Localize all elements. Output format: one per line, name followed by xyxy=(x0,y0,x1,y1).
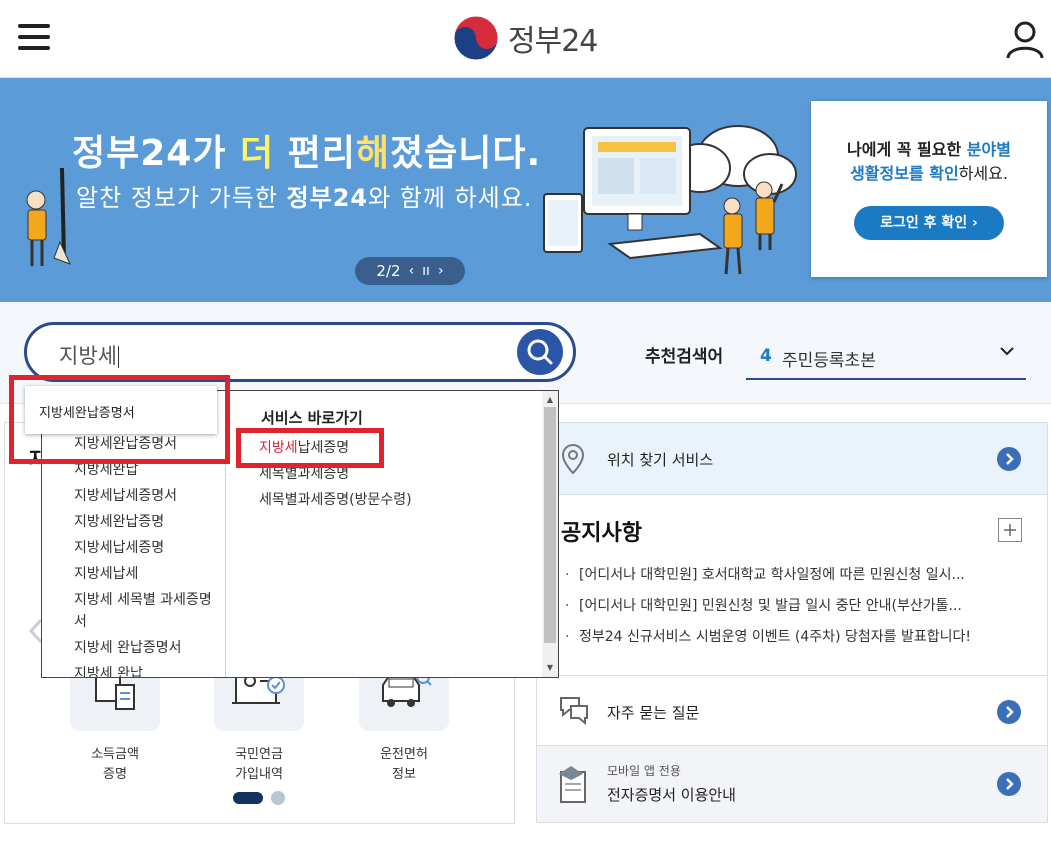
banner-pager: 2/2 ‹ ıı › xyxy=(355,257,465,285)
menu-icon[interactable] xyxy=(18,24,50,52)
highlight-box-service xyxy=(236,428,384,468)
faq-row[interactable]: 자주 묻는 질문 xyxy=(537,675,1047,745)
logo-text: 정부24 xyxy=(508,24,598,59)
text-caret xyxy=(117,346,119,368)
pager-prev-icon[interactable]: ‹ xyxy=(409,263,415,279)
login-promo-message: 나에게 꼭 필요한 분야별 생활정보를 확인하세요. xyxy=(847,140,1011,183)
hero-banner: 정부24가 더 편리해졌습니다. 알찬 정보가 가득한 정부24와 함께 하세요… xyxy=(0,78,1051,302)
certificate-document-icon xyxy=(559,766,586,803)
scroll-up-icon[interactable]: ▲ xyxy=(542,393,558,407)
banner-subtitle: 알찬 정보가 가득한 정부24와 함께 하세요. xyxy=(76,184,533,212)
chat-bubbles-icon xyxy=(560,697,588,726)
recommended-keywords-label: 추천검색어 xyxy=(645,347,724,367)
location-service-label: 위치 찾기 서비스 xyxy=(607,451,714,469)
e-certificate-row[interactable]: 모바일 앱 전용 전자증명서 이용안내 xyxy=(537,745,1047,822)
recommended-keyword-select[interactable]: 4 주민등록초본 xyxy=(746,338,1026,380)
location-pin-icon xyxy=(561,443,585,475)
suggestion-item[interactable]: 지방세 완납증명서 xyxy=(74,635,222,661)
e-certificate-label: 전자증명서 이용안내 xyxy=(607,786,736,804)
suggestion-item[interactable]: 지방세 완납 xyxy=(74,661,222,677)
suggestion-item[interactable]: 지방세납세증명 xyxy=(74,535,222,561)
search-icon xyxy=(527,339,553,365)
service-label: 국민연금 가입내역 xyxy=(235,747,283,782)
notice-item[interactable]: [어디서나 대학민원] 호서대학교 학사일정에 따른 민원신청 일시... xyxy=(563,563,1033,594)
taegeuk-logo-icon xyxy=(453,15,499,61)
search-input[interactable]: 지방세 xyxy=(24,322,576,382)
notice-item[interactable]: [어디서나 대학민원] 민원신청 및 발급 일시 중단 안내(부산가톨... xyxy=(563,594,1033,625)
search-input-value[interactable]: 지방세 xyxy=(59,340,119,370)
suggestion-item[interactable]: 지방세납세 xyxy=(74,561,222,587)
right-info-panel: 위치 찾기 서비스 공지사항 [어디서나 대학민원] 호서대학교 학사일정에 따… xyxy=(536,422,1048,823)
location-service-row[interactable]: 위치 찾기 서비스 xyxy=(537,423,1047,495)
service-shortcut-item[interactable]: 세목별과세증명(방문수령) xyxy=(259,487,412,513)
notice-title: 공지사항 xyxy=(561,521,642,546)
user-icon[interactable] xyxy=(1004,18,1046,60)
chevron-down-icon xyxy=(1000,347,1014,356)
site-header: 정부24 xyxy=(0,0,1051,78)
banner-title: 정부24가 더 편리해졌습니다. xyxy=(72,133,542,174)
recommended-term: 주민등록초본 xyxy=(782,351,876,371)
chevron-right-icon[interactable] xyxy=(997,700,1021,724)
service-shortcut-header: 서비스 바로가기 xyxy=(261,409,363,427)
pager-next-icon[interactable]: › xyxy=(438,263,444,279)
login-promo-card: 나에게 꼭 필요한 분야별 생활정보를 확인하세요. 로그인 후 확인 › xyxy=(811,101,1047,277)
highlight-box-suggestion xyxy=(9,375,230,464)
chevron-right-icon[interactable] xyxy=(997,447,1021,471)
suggestion-item[interactable]: 지방세 세목별 과세증명서 xyxy=(74,587,222,635)
e-certificate-note: 모바일 앱 전용 xyxy=(607,764,681,778)
carousel-dots xyxy=(233,791,285,805)
notice-item[interactable]: 정부24 신규서비스 시범운영 이벤트 (4주차) 당첨자를 발표합니다! xyxy=(563,625,1033,656)
carousel-dot-1[interactable] xyxy=(233,792,263,804)
pager-count: 2/2 xyxy=(376,262,401,280)
scroll-down-icon[interactable]: ▼ xyxy=(542,661,558,675)
pager-pause-icon[interactable]: ıı xyxy=(422,263,430,279)
site-logo[interactable]: 정부24 xyxy=(452,12,598,64)
chevron-right-icon[interactable] xyxy=(997,772,1021,796)
service-label: 운전면허 정보 xyxy=(380,747,428,782)
tablet-illustration xyxy=(543,193,583,253)
people-illustration-right xyxy=(723,181,784,275)
notice-list: [어디서나 대학민원] 호서대학교 학사일정에 따른 민원신청 일시... [어… xyxy=(563,563,1033,656)
recommended-rank: 4 xyxy=(760,346,772,366)
service-label: 소득금액 증명 xyxy=(91,747,139,782)
login-check-button[interactable]: 로그인 후 확인 › xyxy=(854,206,1004,240)
carousel-dot-2[interactable] xyxy=(271,791,285,805)
plus-icon[interactable] xyxy=(998,518,1022,542)
suggestion-list: 지방세완납증명서 지방세완납 지방세납세증명서 지방세완납증명 지방세납세증명 … xyxy=(74,431,222,677)
suggestion-item[interactable]: 지방세완납증명 xyxy=(74,509,222,535)
scroll-thumb[interactable] xyxy=(544,407,556,643)
faq-label: 자주 묻는 질문 xyxy=(607,704,700,722)
suggestion-item[interactable]: 지방세납세증명서 xyxy=(74,483,222,509)
dropdown-scrollbar[interactable]: ▲ ▼ xyxy=(542,391,558,677)
person-illustration-left xyxy=(26,167,71,266)
search-button[interactable] xyxy=(517,329,563,375)
